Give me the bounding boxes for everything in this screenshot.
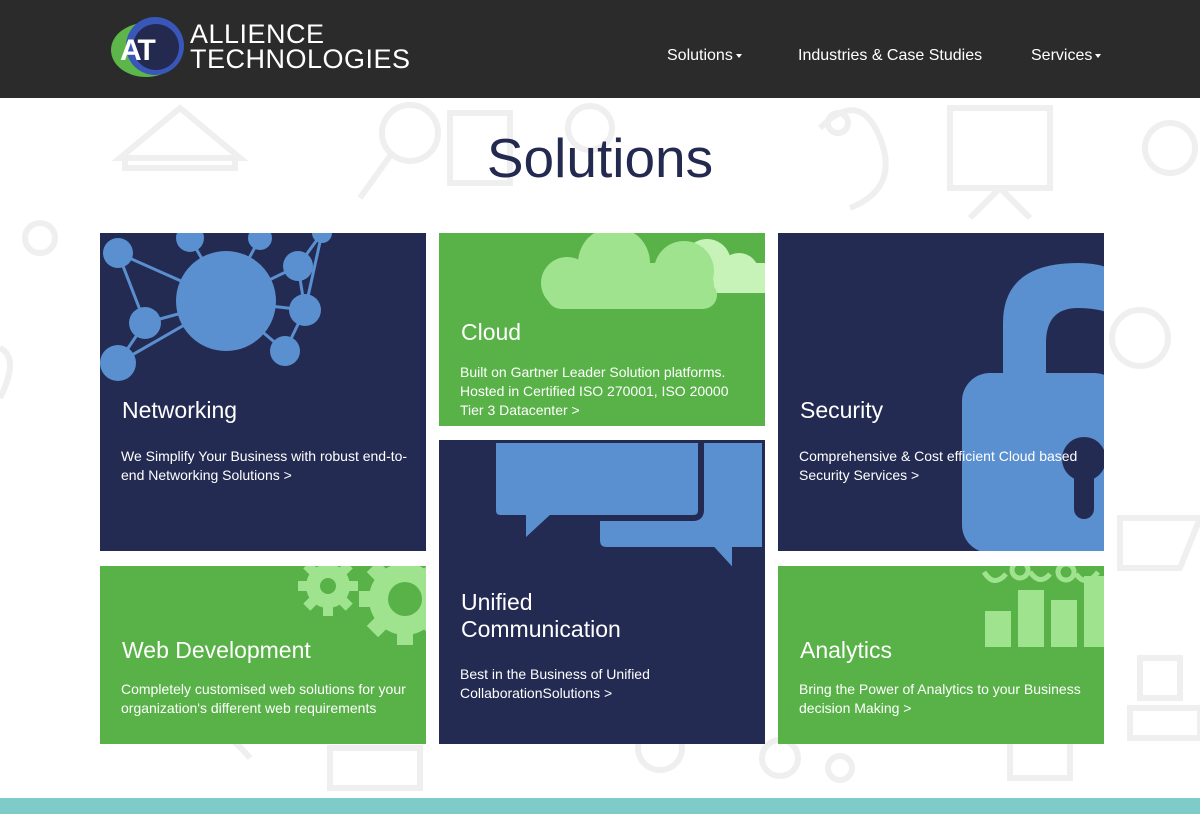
tile-cloud[interactable]: Cloud Built on Gartner Leader Solution p…: [439, 233, 765, 426]
tile-unified-communication-title-line2: Communication: [461, 616, 621, 642]
main-nav: Solutions Industries & Case Studies Serv…: [0, 47, 1200, 71]
tile-web-development-desc: Completely customised web solutions for …: [121, 681, 406, 716]
tile-networking-desc: We Simplify Your Business with robust en…: [121, 448, 408, 483]
tile-analytics[interactable]: Analytics Bring the Power of Analytics t…: [778, 566, 1104, 744]
nav-services-label: Services: [1031, 47, 1093, 64]
network-graph-icon: [100, 233, 332, 381]
tile-unified-communication-desc: Best in the Business of Unified Collabor…: [460, 666, 650, 701]
nav-solutions-label: Solutions: [667, 47, 733, 64]
tile-networking-title: Networking: [122, 397, 238, 423]
tile-web-development[interactable]: Web Development Completely customised we…: [100, 566, 426, 744]
tile-analytics-desc: Bring the Power of Analytics to your Bus…: [799, 681, 1081, 716]
tile-security[interactable]: Security Comprehensive & Cost efficient …: [778, 233, 1104, 551]
tile-networking[interactable]: Networking We Simplify Your Business wit…: [100, 233, 426, 551]
site-header: AT ALLIENCE TECHNOLOGIES Solutions Indus…: [0, 0, 1200, 98]
tile-unified-communication[interactable]: Unified Communication Best in the Busine…: [439, 440, 765, 744]
tile-security-desc: Comprehensive & Cost efficient Cloud bas…: [799, 448, 1078, 483]
nav-industries[interactable]: Industries & Case Studies: [798, 47, 982, 65]
tile-security-title: Security: [800, 397, 884, 423]
tile-analytics-title: Analytics: [800, 637, 893, 663]
page-title: Solutions: [486, 127, 714, 189]
nav-industries-label: Industries & Case Studies: [798, 47, 983, 64]
tile-web-development-title: Web Development: [122, 637, 311, 663]
tile-cloud-desc: Built on Gartner Leader Solution platfor…: [460, 364, 729, 418]
caret-down-icon: [1095, 53, 1102, 58]
nav-services[interactable]: Services: [1031, 47, 1102, 65]
padlock-icon: [962, 263, 1104, 551]
nav-solutions[interactable]: Solutions: [667, 47, 742, 65]
caret-down-icon: [735, 53, 742, 58]
tile-unified-communication-title: Unified Communication: [461, 589, 621, 643]
tile-unified-communication-title-line1: Unified: [461, 589, 533, 615]
footer-strip: [0, 798, 1200, 814]
tile-cloud-title: Cloud: [461, 319, 522, 345]
